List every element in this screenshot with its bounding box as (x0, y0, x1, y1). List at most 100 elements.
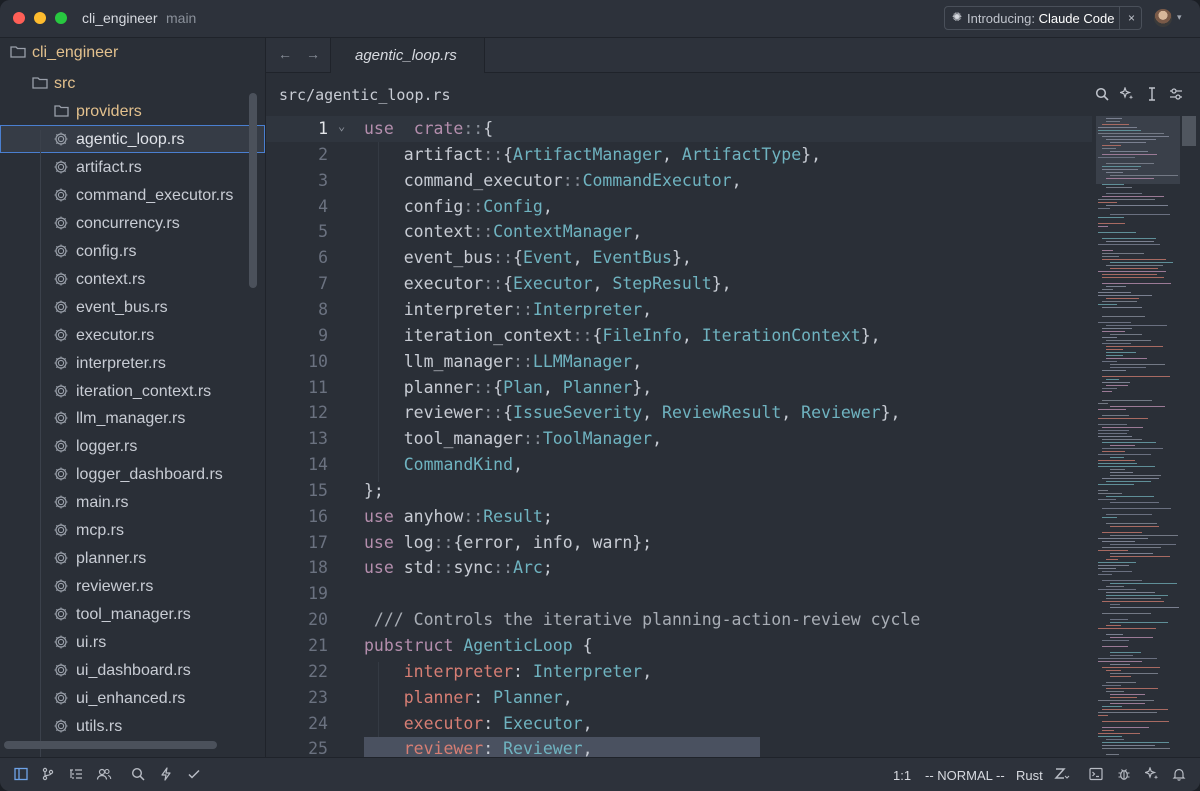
breadcrumb[interactable]: src/agentic_loop.rs (279, 86, 451, 104)
code-line[interactable]: 5 context::ContextManager, (266, 219, 1092, 245)
back-arrow-icon[interactable]: ← (278, 46, 292, 62)
bolt-icon[interactable] (159, 767, 173, 784)
minimize-window-button[interactable] (34, 12, 46, 24)
cursor-position[interactable]: 1:1 (893, 768, 911, 783)
minimap-line (1102, 439, 1142, 440)
minimap-line (1106, 340, 1151, 341)
fold-chevron-icon[interactable]: ⌄ (338, 119, 345, 133)
code-token: :: (483, 274, 504, 294)
announcement-text[interactable]: Introducing: Claude Code (967, 11, 1114, 26)
assistant-sparkle-icon[interactable] (1118, 86, 1134, 104)
minimap-line (1102, 166, 1141, 167)
code-line[interactable]: 23 planner: Planner, (266, 685, 1092, 711)
sidebar-vertical-scrollbar[interactable] (249, 93, 257, 288)
close-icon[interactable]: × (1119, 7, 1143, 29)
rust-file-icon (54, 579, 68, 596)
code-line[interactable]: 2 artifact::{ArtifactManager, ArtifactTy… (266, 142, 1092, 168)
branch-name[interactable]: main (166, 10, 196, 26)
announcement-banner[interactable]: ✺ Introducing: Claude Code × (944, 6, 1142, 30)
line-number: 17 (308, 532, 328, 552)
line-number: 4 (318, 196, 328, 216)
avatar[interactable] (1154, 9, 1172, 27)
code-line[interactable]: 19 (266, 581, 1092, 607)
tree-item-label: interpreter.rs (76, 354, 166, 372)
minimap-line (1110, 637, 1153, 638)
tree-item-label: llm_manager.rs (76, 410, 186, 428)
minimap-line (1106, 586, 1124, 587)
minimap-line (1110, 364, 1165, 365)
code-line[interactable]: 1 ⌄ use crate::{ (266, 116, 1092, 142)
folder-open-icon (32, 76, 48, 92)
code-token: CommandExecutor (582, 170, 732, 190)
code-line[interactable]: 7 executor::{Executor, StepResult}, (266, 271, 1092, 297)
code-line[interactable]: 16 use anyhow::Result; (266, 504, 1092, 530)
minimap-line (1106, 523, 1157, 524)
rust-file-icon (54, 635, 68, 652)
outline-icon[interactable] (69, 767, 83, 784)
code-token: LLMManager (532, 351, 633, 371)
code-line[interactable]: 3 command_executor::CommandExecutor, (266, 168, 1092, 194)
code-line[interactable]: 14 CommandKind, (266, 452, 1092, 478)
collab-icon[interactable] (96, 767, 112, 784)
settings-sliders-icon[interactable] (1169, 87, 1183, 104)
check-icon[interactable] (187, 767, 201, 784)
code-token: log (393, 532, 434, 552)
terminal-icon[interactable] (1089, 767, 1103, 784)
code-line[interactable]: 21 pubstruct AgenticLoop { (266, 633, 1092, 659)
code-line[interactable]: 15}; (266, 478, 1092, 504)
minimap-line (1110, 664, 1130, 665)
code-line[interactable]: 13 tool_manager::ToolManager, (266, 426, 1092, 452)
maximize-window-button[interactable] (55, 12, 67, 24)
search-icon[interactable] (1095, 87, 1109, 104)
language-selector[interactable]: Rust (1016, 768, 1043, 783)
minimap-line (1102, 331, 1125, 332)
code-line[interactable]: 9 iteration_context::{FileInfo, Iteratio… (266, 323, 1092, 349)
notification-bell-icon[interactable] (1172, 767, 1186, 784)
tree-root-folder[interactable]: cli_engineer (0, 38, 265, 66)
minimap-line (1098, 628, 1156, 629)
code-line[interactable]: 25 reviewer: Reviewer, (266, 736, 1092, 757)
tree-folder-src[interactable]: src (0, 69, 265, 97)
code-line[interactable]: 17 use log::{error, info, warn}; (266, 530, 1092, 556)
code-line[interactable]: 12 reviewer::{IssueSeverity, ReviewResul… (266, 400, 1092, 426)
line-number: 5 (318, 222, 328, 242)
tree-folder[interactable]: providers (0, 97, 265, 125)
code-line[interactable]: 4 config::Config, (266, 194, 1092, 220)
code-line[interactable]: 8 interpreter::Interpreter, (266, 297, 1092, 323)
debug-icon[interactable] (1117, 767, 1131, 784)
code-line[interactable]: 24 executor: Executor, (266, 711, 1092, 737)
zed-icon[interactable] (1054, 767, 1070, 784)
editor-scrollbar-thumb[interactable] (1182, 116, 1196, 146)
code-editor[interactable]: 1 ⌄ use crate::{2 artifact::{ArtifactManag… (266, 116, 1092, 757)
minimap-line (1110, 268, 1158, 269)
tree-item-label: iteration_context.rs (76, 382, 212, 400)
code-line[interactable]: 20 /// Controls the iterative planning-a… (266, 607, 1092, 633)
minimap-line (1102, 517, 1117, 518)
sidebar-horizontal-scrollbar[interactable] (4, 741, 217, 749)
code-token: config (364, 196, 464, 216)
project-panel-icon[interactable] (14, 767, 28, 784)
code-token: { (483, 119, 494, 138)
text-cursor-icon[interactable] (1146, 87, 1158, 104)
code-line[interactable]: 11 planner::{Plan, Planner}, (266, 375, 1092, 401)
code-token: , (542, 196, 553, 216)
code-line[interactable]: 22 interpreter: Interpreter, (266, 659, 1092, 685)
code-line[interactable]: 6 event_bus::{Event, EventBus}, (266, 245, 1092, 271)
chevron-down-icon[interactable]: ▾ (1177, 12, 1182, 23)
forward-arrow-icon[interactable]: → (306, 46, 320, 62)
ai-sparkle-icon[interactable] (1143, 766, 1159, 784)
search-icon[interactable] (131, 767, 145, 784)
code-token: , (572, 248, 593, 268)
code-token: sync (453, 558, 494, 578)
git-branch-icon[interactable] (41, 767, 55, 784)
code-line[interactable]: 10 llm_manager::LLMManager, (266, 349, 1092, 375)
project-name[interactable]: cli_engineer (82, 10, 158, 26)
minimap[interactable] (1092, 116, 1200, 757)
tab-agentic-loop[interactable]: agentic_loop.rs (330, 38, 485, 73)
rust-file-icon (54, 551, 68, 568)
line-number: 9 (318, 325, 328, 345)
minimap-line (1102, 124, 1129, 125)
minimap-line (1106, 754, 1119, 755)
code-line[interactable]: 18 use std::sync::Arc; (266, 555, 1092, 581)
close-window-button[interactable] (13, 12, 25, 24)
